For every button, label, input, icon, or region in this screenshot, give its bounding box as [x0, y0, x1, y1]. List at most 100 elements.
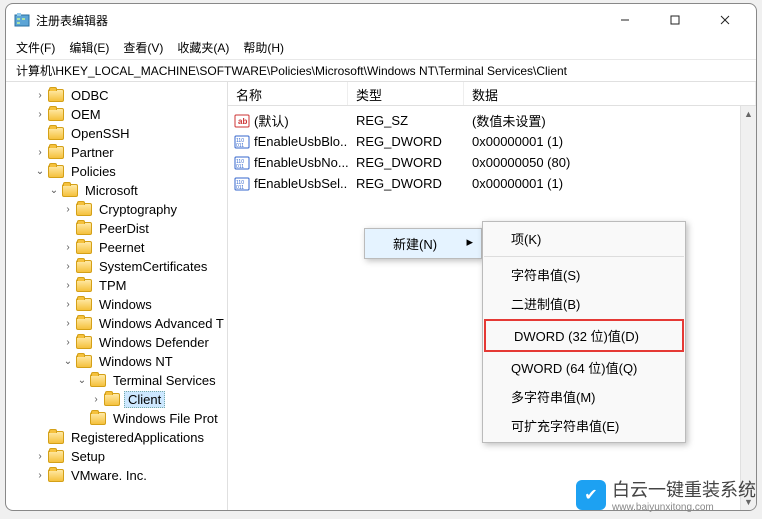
- ctx-menu-item[interactable]: QWORD (64 位)值(Q): [483, 353, 685, 382]
- chevron-down-icon[interactable]: ⌄: [48, 185, 60, 196]
- chevron-right-icon[interactable]: ›: [62, 337, 74, 348]
- folder-icon: [48, 127, 64, 140]
- tree-label: TPM: [96, 278, 129, 293]
- ctx-menu-item[interactable]: DWORD (32 位)值(D): [484, 319, 684, 352]
- list-row[interactable]: fEnableUsbNo...REG_DWORD0x00000050 (80): [228, 152, 756, 173]
- tree-item[interactable]: ›VMware. Inc.: [6, 466, 227, 485]
- chevron-down-icon[interactable]: ⌄: [76, 375, 88, 386]
- folder-icon: [62, 184, 78, 197]
- binary-icon: [234, 134, 250, 150]
- menu-item[interactable]: 查看(V): [123, 39, 163, 56]
- tree-item[interactable]: ›Setup: [6, 447, 227, 466]
- tree-item[interactable]: › OEM: [6, 105, 227, 124]
- folder-icon: [76, 317, 92, 330]
- tree-item[interactable]: › Client: [6, 390, 227, 409]
- tree-item[interactable]: › Partner: [6, 143, 227, 162]
- folder-icon: [48, 108, 64, 121]
- tree-label: Windows File Prot: [110, 411, 221, 426]
- chevron-right-icon[interactable]: ›: [62, 204, 74, 215]
- tree-item[interactable]: › Peernet: [6, 238, 227, 257]
- list-row[interactable]: fEnableUsbBlo...REG_DWORD0x00000001 (1): [228, 131, 756, 152]
- chevron-down-icon[interactable]: ⌄: [62, 356, 74, 367]
- list-panel: 名称 类型 数据 (默认)REG_SZ(数值未设置)fEnableUsbBlo.…: [228, 82, 756, 510]
- watermark-text: 白云一键重装系统: [612, 476, 756, 502]
- column-data[interactable]: 数据: [464, 82, 756, 105]
- tree-label: Cryptography: [96, 202, 180, 217]
- chevron-right-icon[interactable]: ›: [62, 299, 74, 310]
- tree-item[interactable]: ⌄Terminal Services: [6, 371, 227, 390]
- menu-item[interactable]: 编辑(E): [69, 39, 109, 56]
- menu-item[interactable]: 收藏夹(A): [177, 39, 229, 56]
- chevron-right-icon[interactable]: ›: [34, 90, 46, 101]
- folder-icon: [90, 374, 106, 387]
- ctx-menu-item[interactable]: 多字符串值(M): [483, 382, 685, 411]
- folder-icon: [48, 469, 64, 482]
- tree-item[interactable]: ⌄ Microsoft: [6, 181, 227, 200]
- chevron-right-icon[interactable]: ›: [34, 147, 46, 158]
- binary-icon: [234, 176, 250, 192]
- menu-item[interactable]: 帮助(H): [243, 39, 284, 56]
- registry-editor-window: 注册表编辑器 文件(F) 编辑(E) 查看(V) 收藏夹(A) 帮助(H) 计算机\HK…: [5, 3, 757, 511]
- menubar: 文件(F) 编辑(E) 查看(V) 收藏夹(A) 帮助(H): [6, 36, 756, 60]
- tree-item[interactable]: Windows File Prot: [6, 409, 227, 428]
- ctx-menu-item[interactable]: 可扩充字符串值(E): [483, 411, 685, 440]
- tree-label: Partner: [68, 145, 117, 160]
- tree-label: PeerDist: [96, 221, 152, 236]
- tree-item[interactable]: › TPM: [6, 276, 227, 295]
- tree-label: Peernet: [96, 240, 148, 255]
- ctx-new[interactable]: 新建(N) ▸: [365, 229, 481, 258]
- folder-icon: [76, 222, 92, 235]
- tree-panel[interactable]: ›ODBC›OEMOpenSSH›Partner⌄Policies⌄Micros…: [6, 82, 228, 510]
- tree-item[interactable]: ›SystemCertificates: [6, 257, 227, 276]
- ctx-menu-item[interactable]: 字符串值(S): [483, 260, 685, 289]
- maximize-button[interactable]: [652, 5, 698, 35]
- chevron-right-icon[interactable]: ›: [62, 261, 74, 272]
- chevron-right-icon[interactable]: ›: [62, 280, 74, 291]
- string-icon: [234, 113, 250, 129]
- ctx-menu-item[interactable]: 项(K): [483, 224, 685, 253]
- list-row[interactable]: (默认)REG_SZ(数值未设置): [228, 110, 756, 131]
- watermark-logo-icon: ✔: [576, 480, 606, 510]
- ctx-menu-item[interactable]: 二进制值(B): [483, 289, 685, 318]
- menu-item[interactable]: 文件(F): [16, 39, 55, 56]
- list-body[interactable]: (默认)REG_SZ(数值未设置)fEnableUsbBlo...REG_DWO…: [228, 106, 756, 198]
- column-name[interactable]: 名称: [228, 82, 348, 105]
- tree-label: Microsoft: [82, 183, 141, 198]
- tree-item[interactable]: ›ODBC: [6, 86, 227, 105]
- minimize-button[interactable]: [602, 5, 648, 35]
- tree-item[interactable]: RegisteredApplications: [6, 428, 227, 447]
- chevron-right-icon[interactable]: ›: [62, 242, 74, 253]
- list-header[interactable]: 名称 类型 数据: [228, 82, 756, 106]
- tree-label: Windows Advanced T: [96, 316, 227, 331]
- titlebar[interactable]: 注册表编辑器: [6, 4, 756, 36]
- address-bar[interactable]: 计算机\HKEY_LOCAL_MACHINE\SOFTWARE\Policies…: [6, 60, 756, 82]
- tree-item[interactable]: OpenSSH: [6, 124, 227, 143]
- tree-item[interactable]: ⌄Policies: [6, 162, 227, 181]
- tree-item[interactable]: ›Windows Defender: [6, 333, 227, 352]
- window-title: 注册表编辑器: [36, 12, 602, 29]
- context-menu[interactable]: 新建(N) ▸: [364, 228, 482, 259]
- tree-label: OEM: [68, 107, 104, 122]
- chevron-down-icon[interactable]: ⌄: [34, 166, 46, 177]
- chevron-right-icon[interactable]: ›: [34, 451, 46, 462]
- binary-icon: [234, 155, 250, 171]
- column-type[interactable]: 类型: [348, 82, 464, 105]
- folder-icon: [90, 412, 106, 425]
- chevron-right-icon[interactable]: ›: [90, 394, 102, 405]
- context-submenu[interactable]: 项(K) 字符串值(S)二进制值(B)DWORD (32 位)值(D)QWORD …: [482, 221, 686, 443]
- tree-item[interactable]: › Cryptography: [6, 200, 227, 219]
- chevron-right-icon[interactable]: ›: [34, 470, 46, 481]
- scrollbar[interactable]: ▲▼: [740, 106, 756, 510]
- folder-icon: [76, 279, 92, 292]
- tree-item[interactable]: ⌄Windows NT: [6, 352, 227, 371]
- folder-icon: [104, 393, 120, 406]
- watermark: ✔ 白云一键重装系统 www.baiyunxitong.com: [576, 476, 756, 513]
- tree-label: Client: [124, 391, 165, 408]
- tree-item[interactable]: › Windows Advanced T: [6, 314, 227, 333]
- tree-item[interactable]: ›Windows: [6, 295, 227, 314]
- tree-item[interactable]: PeerDist: [6, 219, 227, 238]
- list-row[interactable]: fEnableUsbSel...REG_DWORD0x00000001 (1): [228, 173, 756, 194]
- chevron-right-icon[interactable]: ›: [34, 109, 46, 120]
- close-button[interactable]: [702, 5, 748, 35]
- chevron-right-icon[interactable]: ›: [62, 318, 74, 329]
